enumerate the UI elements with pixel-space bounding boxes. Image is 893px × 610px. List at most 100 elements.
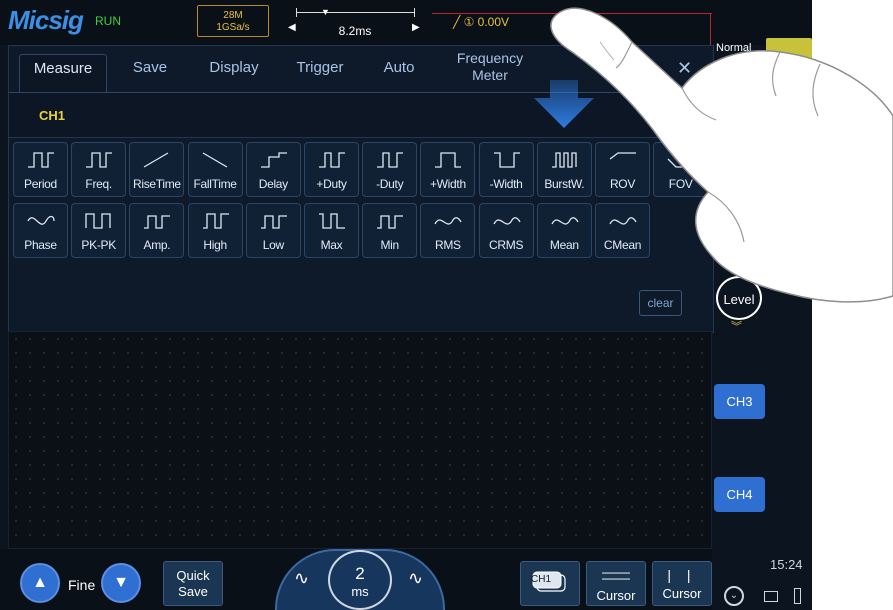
waveform-glyph-icon [319,152,345,168]
measure-button-label: Phase [24,238,57,252]
waveform-glyph-icon [319,213,345,229]
ch4-button[interactable]: CH4 [714,477,765,512]
waveform-glyph-icon [202,213,229,229]
measure-button-period[interactable]: Period [13,142,68,197]
measure-button-label: RiseTime [132,177,181,191]
time-track-end [414,8,415,17]
bottom-toolbar: ▲ Fine ▼ Quick Save ∿ 2 ms ∿ CH1 ─── ─── … [0,549,712,610]
measure-button-risetime[interactable]: RiseTime [129,142,185,197]
measure-button-label: CRMS [489,238,524,252]
timebase-unit: ms [351,584,369,599]
waveform-glyph-icon [435,152,462,168]
quick-save-line1: Quick [176,568,210,583]
measure-channel: CH1 [39,108,66,123]
waveform-glyph-icon [144,215,171,229]
measure-button-label: +Duty [316,177,347,191]
measure-button-rms[interactable]: RMS [420,203,476,258]
measure-button-label: Freq. [85,177,112,191]
measure-button-plus-width[interactable]: +Width [420,142,476,197]
measure-button-freq[interactable]: Freq. [71,142,127,197]
time-offset-value: 8.2ms [338,24,372,38]
trigger-info[interactable]: ╱ ① 0.00V [453,15,509,29]
cursor-horizontal-button[interactable]: ─── ─── Cursor [586,561,646,606]
measure-button-label: +Width [429,177,466,191]
measure-button-plus-duty[interactable]: +Duty [304,142,359,197]
memory-depth: 28M [223,10,243,21]
battery-icon [794,588,801,604]
measure-button-minus-width[interactable]: -Width [478,142,534,197]
tab-trigger[interactable]: Trigger [287,54,353,92]
quick-save-line2: Save [178,584,208,599]
measure-button-delay[interactable]: Delay [245,142,301,197]
measure-button-label: -Width [489,177,523,191]
timebase-value: 2 [355,564,365,583]
cursor-vertical-button[interactable]: | | Cursor [652,561,712,606]
fine-label: Fine [68,577,96,593]
sample-rate: 1GSa/s [216,22,250,33]
shift-right-icon[interactable]: ▶ [412,22,420,33]
time-offset-control[interactable]: ▼ ◀ 8.2ms ▶ [284,5,426,38]
measure-button-label: High [203,238,227,252]
measure-button-label: PK-PK [81,238,116,252]
time-track-start [296,8,297,17]
waveform-glyph-icon [86,152,113,168]
waveform-glyph-icon [260,215,287,229]
fine-down-button[interactable]: ▼ [101,563,141,603]
waveform-glyph-icon [493,217,521,225]
measure-button-label: RMS [435,238,461,252]
triangle-down-icon: ▼ [113,574,129,591]
vertical-cursor-icon: | | [667,567,697,583]
trigger-position-marker-icon[interactable]: ▼ [321,7,330,17]
measure-button-minus-duty[interactable]: -Duty [362,142,418,197]
waveform-glyph-icon [493,152,520,168]
menu-chevron-icon[interactable]: ⌄ [724,586,744,606]
measure-button-amp[interactable]: Amp. [129,203,185,258]
measure-button-label: Low [262,238,284,252]
waveform-glyph-icon [144,152,169,168]
acquisition-info[interactable]: 28M 1GSa/s [197,5,269,37]
ch1-label: CH1 [531,574,552,585]
measure-button-crms[interactable]: CRMS [478,203,534,258]
waveform-glyph-icon [28,152,54,168]
rising-edge-icon: ╱ [453,15,464,29]
channel-stack-button[interactable]: CH1 [520,561,580,606]
measure-button-low[interactable]: Low [245,203,301,258]
measure-button-falltime[interactable]: FallTime [187,142,243,197]
measure-button-pk-pk[interactable]: PK-PK [71,203,127,258]
timebase-decrease-icon[interactable]: ∿ [294,568,309,589]
waveform-glyph-icon [27,215,55,225]
waveform-glyph-icon [377,152,404,168]
measure-button-label: Delay [258,177,288,191]
horizontal-cursor-icon: ─── ─── [602,565,630,586]
tab-display[interactable]: Display [199,54,269,92]
timebase-display[interactable]: 2 ms [328,550,392,610]
network-icon [764,591,778,602]
tab-save[interactable]: Save [119,54,181,92]
measure-button-label: Max [320,238,343,252]
quick-save-button[interactable]: Quick Save [163,561,223,606]
measure-button-high[interactable]: High [187,203,243,258]
trigger-level: ① 0.00V [463,15,510,29]
waveform-area[interactable] [8,331,712,549]
brand-logo: Micsig [8,5,84,35]
tab-measure[interactable]: Measure [19,54,107,93]
clock: 15:24 [770,557,803,572]
waveform-glyph-icon [377,215,404,229]
tab-frequency-meter[interactable]: Frequency Meter [447,50,533,88]
waveform-glyph-icon [260,152,287,168]
measure-button-label: Min [380,238,399,252]
timebase-increase-icon[interactable]: ∿ [408,568,423,589]
waveform-glyph-icon [85,213,111,229]
measure-button-min[interactable]: Min [362,203,418,258]
tab-auto[interactable]: Auto [374,54,424,92]
measure-button-max[interactable]: Max [304,203,359,258]
ch3-button[interactable]: CH3 [714,384,765,419]
waveform-glyph-icon [434,217,462,225]
cursor-label-1: Cursor [596,588,636,603]
triangle-up-icon: ▲ [32,574,48,591]
fine-up-button[interactable]: ▲ [20,563,60,603]
run-state[interactable]: RUN [95,14,121,28]
measure-button-label: Period [24,177,57,191]
measure-button-phase[interactable]: Phase [13,203,68,258]
cursor-label-2: Cursor [662,586,702,601]
